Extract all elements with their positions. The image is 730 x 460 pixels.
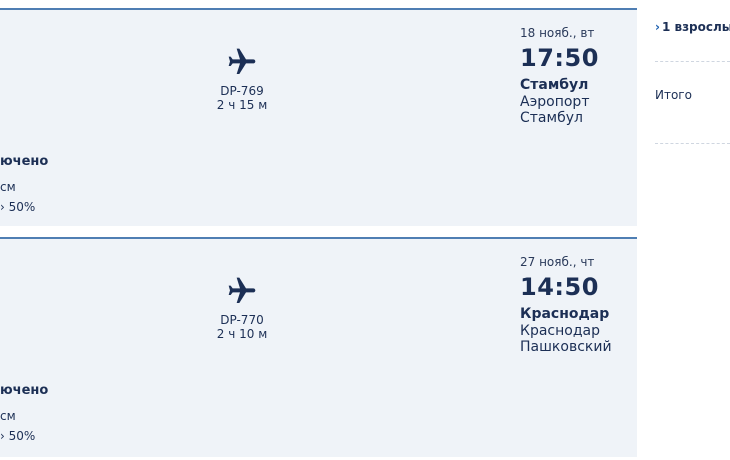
arrival-time: 14:50: [520, 273, 599, 301]
baggage-size: см: [0, 180, 16, 194]
baggage-discount: › 50%: [0, 200, 36, 214]
passengers-label: 1 взрослый: [661, 20, 730, 34]
arrival-block: 18 нояб., вт 17:50 Стамбул Аэропорт Стам…: [520, 26, 630, 126]
arrival-date: 18 нояб., вт: [520, 26, 595, 40]
flight-card: DP-769 2 ч 15 м 18 нояб., вт 17:50 Стамб…: [0, 8, 637, 226]
arrival-airport-line1: Аэропорт: [520, 94, 590, 110]
baggage-discount: › 50%: [0, 429, 36, 443]
arrival-time: 17:50: [520, 44, 599, 72]
airplane-icon: [228, 48, 256, 74]
flight-info: DP-769 2 ч 15 м: [200, 46, 284, 112]
flight-duration: 2 ч 15 м: [216, 98, 268, 112]
total-label: Итого: [655, 88, 692, 102]
arrival-airport-line2: Стамбул: [520, 110, 583, 126]
flight-number: DP-769: [220, 84, 264, 98]
baggage-included: ючено: [0, 383, 49, 398]
arrival-airport-line1: Краснодар: [520, 323, 600, 339]
flight-duration: 2 ч 10 м: [216, 327, 268, 341]
arrival-city: Стамбул: [520, 77, 589, 93]
flight-card: DP-770 2 ч 10 м 27 нояб., чт 14:50 Красн…: [0, 237, 637, 457]
baggage-included: ючено: [0, 154, 49, 169]
airplane-icon: [228, 277, 256, 303]
arrival-city: Краснодар: [520, 306, 610, 322]
passengers-toggle[interactable]: ›1 взрослый: [655, 20, 730, 34]
chevron-right-icon: ›: [655, 20, 660, 34]
divider: [655, 143, 730, 144]
flight-number: DP-770: [220, 313, 264, 327]
divider: [655, 61, 730, 62]
price-summary-sidebar: ›1 взрослый Итого: [655, 0, 730, 460]
arrival-date: 27 нояб., чт: [520, 255, 595, 269]
baggage-size: см: [0, 409, 16, 423]
arrival-airport-line2: Пашковский: [520, 339, 612, 355]
arrival-block: 27 нояб., чт 14:50 Краснодар Краснодар П…: [520, 255, 630, 355]
flight-info: DP-770 2 ч 10 м: [200, 275, 284, 341]
